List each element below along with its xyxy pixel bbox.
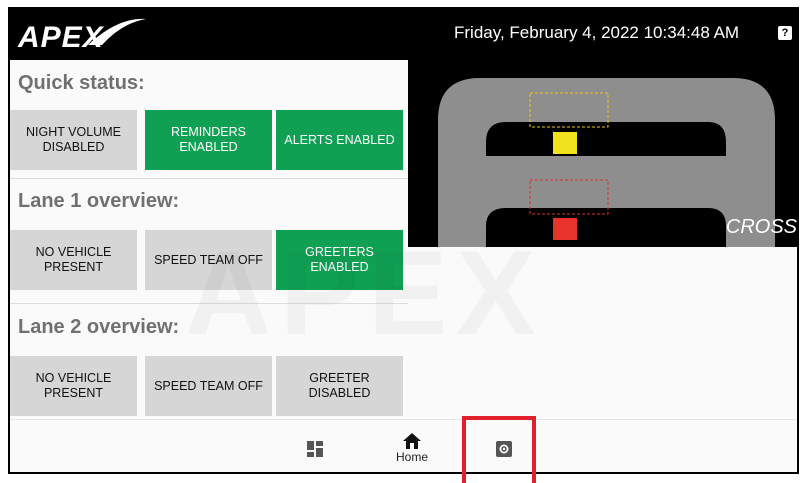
- home-label: Home: [395, 450, 428, 464]
- section-divider: [10, 178, 408, 179]
- lane2-greeter-tile[interactable]: GREETER DISABLED: [276, 356, 403, 416]
- lane1-greeters-tile[interactable]: GREETERS ENABLED: [276, 230, 403, 290]
- reminders-tile[interactable]: REMINDERS ENABLED: [145, 110, 272, 170]
- lane1-title: Lane 1 overview:: [18, 190, 180, 212]
- header-bar: APEX Friday, February 4, 2022 10:34:48 A…: [10, 9, 797, 60]
- lane1-vehicle-marker[interactable]: [553, 132, 577, 154]
- map-cross-label: CROSS: [725, 216, 797, 238]
- logo-text: APEX: [18, 21, 104, 54]
- settings-highlight-box: [462, 416, 536, 483]
- current-datetime: Friday, February 4, 2022 10:34:48 AM: [454, 23, 740, 42]
- quick-status-title: Quick status:: [18, 72, 145, 94]
- bottom-nav: Home: [10, 419, 797, 472]
- home-icon: [403, 433, 421, 449]
- home-nav-button[interactable]: Home: [387, 420, 437, 472]
- night-volume-tile[interactable]: NIGHT VOLUME DISABLED: [10, 110, 137, 170]
- lane1-speed-team-tile[interactable]: SPEED TEAM OFF: [145, 230, 272, 290]
- lane2-vehicle-marker[interactable]: [553, 218, 577, 240]
- apex-logo: APEX: [18, 15, 146, 55]
- lane2-vehicle-tile[interactable]: NO VEHICLE PRESENT: [10, 356, 137, 416]
- lane2-inner: [486, 208, 726, 247]
- alerts-tile[interactable]: ALERTS ENABLED: [276, 110, 403, 170]
- status-panel: Quick status: NIGHT VOLUME DISABLED REMI…: [10, 60, 408, 419]
- lane-map: CROSS: [408, 60, 797, 247]
- lane2-speed-team-tile[interactable]: SPEED TEAM OFF: [145, 356, 272, 416]
- lane1-vehicle-tile[interactable]: NO VEHICLE PRESENT: [10, 230, 137, 290]
- help-icon[interactable]: ?: [778, 26, 792, 40]
- lane-divider-strip: [486, 156, 726, 170]
- dashboard-nav-button[interactable]: [300, 420, 330, 472]
- right-panel: [408, 247, 797, 419]
- app-frame: APEX Friday, February 4, 2022 10:34:48 A…: [8, 7, 799, 474]
- section-divider: [10, 303, 408, 304]
- lane2-title: Lane 2 overview:: [18, 316, 180, 338]
- dashboard-icon: [307, 440, 323, 457]
